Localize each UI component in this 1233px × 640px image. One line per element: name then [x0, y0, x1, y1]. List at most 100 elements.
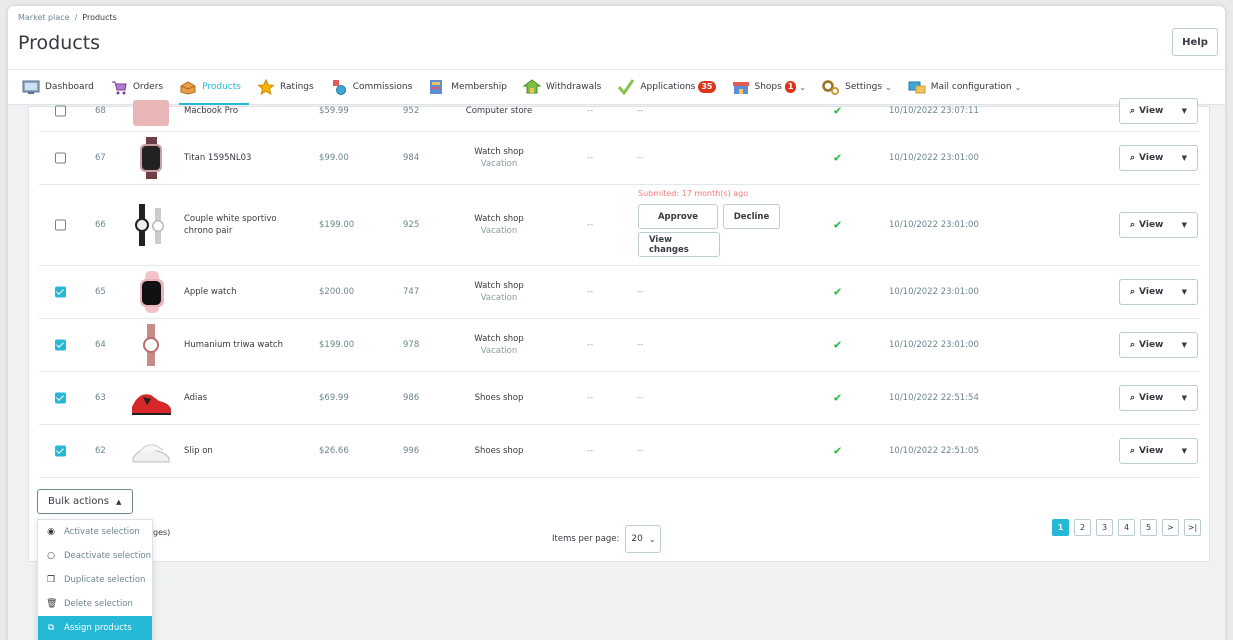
trash-icon: 🗑 — [46, 599, 58, 609]
menu-item-assign-products[interactable]: ⧉ Assign products — [38, 616, 152, 640]
page-button-1[interactable]: 1 — [1052, 519, 1069, 536]
view-button[interactable]: ⌕ View ▼ — [1119, 212, 1198, 238]
product-thumbnail[interactable] — [129, 137, 173, 179]
row-checkbox[interactable] — [55, 392, 66, 404]
view-button[interactable]: ⌕ View ▼ — [1119, 332, 1198, 358]
product-thumbnail[interactable] — [129, 90, 173, 132]
view-button[interactable]: ⌕ View ▼ — [1119, 438, 1198, 464]
next-page-button[interactable]: > — [1162, 519, 1179, 536]
product-id: 65 — [95, 287, 106, 297]
product-thumbnail[interactable] — [129, 324, 173, 366]
product-name[interactable]: Apple watch — [184, 286, 294, 298]
product-quantity: 978 — [403, 340, 420, 350]
product-date: 10/10/2022 23:01:00 — [889, 340, 979, 350]
column-value: -- — [637, 340, 644, 350]
product-name[interactable]: Humanium triwa watch — [184, 339, 294, 351]
radio-off-icon: ○ — [47, 551, 55, 561]
row-checkbox[interactable] — [55, 152, 66, 164]
search-icon: ⌕ — [1130, 106, 1136, 116]
approve-button[interactable]: Approve — [638, 204, 718, 229]
row-checkbox[interactable] — [55, 445, 66, 457]
search-icon: ⌕ — [1130, 446, 1136, 456]
active-check-icon[interactable]: ✔ — [833, 445, 842, 458]
active-check-icon[interactable]: ✔ — [833, 219, 842, 232]
shop-status: Vacation — [480, 293, 518, 303]
product-name[interactable]: Slip on — [184, 445, 294, 457]
caret-down-icon[interactable]: ▼ — [1182, 447, 1187, 455]
breadcrumb-parent[interactable]: Market place — [18, 13, 70, 22]
table-row: 65 Apple watch $200.00 747 Watch shop Vac… — [39, 266, 1199, 319]
pagination-summary: ges) — [153, 528, 171, 537]
view-label: View — [1139, 153, 1164, 163]
items-per-page: Items per page: 20 ⌄ — [552, 525, 662, 553]
view-button[interactable]: ⌕ View ▼ — [1119, 145, 1198, 171]
page-button-2[interactable]: 2 — [1074, 519, 1091, 536]
page-button-5[interactable]: 5 — [1140, 519, 1157, 536]
shop-name: Computer store — [449, 105, 549, 117]
active-check-icon[interactable]: ✔ — [833, 339, 842, 352]
product-date: 10/10/2022 22:51:54 — [889, 393, 979, 403]
view-label: View — [1139, 287, 1164, 297]
product-name[interactable]: Couple white sportivo chrono pair — [184, 213, 294, 237]
radio-on-icon: ◉ — [47, 527, 55, 537]
shop-name: Shoes shop — [449, 392, 549, 404]
product-id: 64 — [95, 340, 106, 350]
product-date: 10/10/2022 22:51:05 — [889, 446, 979, 456]
caret-down-icon[interactable]: ▼ — [1182, 221, 1187, 229]
view-changes-button[interactable]: View changes — [638, 232, 720, 257]
menu-item-duplicate-selection[interactable]: ❐ Duplicate selection — [38, 568, 152, 592]
product-name[interactable]: Adias — [184, 392, 294, 404]
table-row: 62 Slip on $26.66 996 Shoes shop -- -- ✔… — [39, 425, 1199, 478]
menu-item-delete-selection[interactable]: 🗑 Delete selection — [38, 592, 152, 616]
menu-item-activate-selection[interactable]: ◉ Activate selection — [38, 520, 152, 544]
menu-item-label: Activate selection — [64, 527, 140, 537]
page-button-4[interactable]: 4 — [1118, 519, 1135, 536]
active-check-icon[interactable]: ✔ — [833, 392, 842, 405]
view-label: View — [1139, 340, 1164, 350]
view-button[interactable]: ⌕ View ▼ — [1119, 385, 1198, 411]
product-quantity: 996 — [403, 446, 420, 456]
shop-name: Watch shop Vacation — [449, 213, 549, 237]
product-date: 10/10/2022 23:01:00 — [889, 153, 979, 163]
page-button-3[interactable]: 3 — [1096, 519, 1113, 536]
caret-down-icon[interactable]: ▼ — [1182, 341, 1187, 349]
product-thumbnail[interactable] — [129, 204, 173, 246]
help-button[interactable]: Help — [1172, 28, 1218, 56]
shop-title: Shoes shop — [474, 393, 524, 403]
row-checkbox[interactable] — [55, 339, 66, 351]
row-checkbox[interactable] — [55, 105, 66, 117]
items-per-page-value: 20 — [631, 534, 643, 544]
product-date: 10/10/2022 23:01:00 — [889, 220, 979, 230]
active-check-icon[interactable]: ✔ — [833, 152, 842, 165]
product-quantity: 952 — [403, 106, 420, 116]
product-name[interactable]: Macbook Pro — [184, 105, 294, 117]
active-check-icon[interactable]: ✔ — [833, 286, 842, 299]
column-value: -- — [587, 220, 594, 230]
row-checkbox[interactable] — [55, 286, 66, 298]
product-quantity: 925 — [403, 220, 420, 230]
caret-down-icon[interactable]: ▼ — [1182, 394, 1187, 402]
view-button[interactable]: ⌕ View ▼ — [1119, 98, 1198, 124]
search-icon: ⌕ — [1130, 153, 1136, 163]
bulk-actions-button[interactable]: Bulk actions ▲ — [37, 489, 133, 514]
last-page-button[interactable]: >| — [1184, 519, 1201, 536]
search-icon: ⌕ — [1130, 220, 1136, 230]
chevron-down-icon: ⌄ — [648, 534, 656, 544]
duplicate-icon: ❐ — [46, 575, 56, 585]
caret-down-icon[interactable]: ▼ — [1182, 288, 1187, 296]
active-check-icon[interactable]: ✔ — [833, 105, 842, 118]
shop-name: Watch shop Vacation — [449, 333, 549, 357]
decline-button[interactable]: Decline — [723, 204, 780, 229]
menu-item-deactivate-selection[interactable]: ○ Deactivate selection — [38, 544, 152, 568]
product-thumbnail[interactable] — [129, 377, 173, 419]
submitted-note: Submited: 17 month(s) ago — [638, 189, 749, 198]
product-thumbnail[interactable] — [129, 271, 173, 313]
product-thumbnail[interactable] — [129, 430, 173, 472]
caret-down-icon[interactable]: ▼ — [1182, 107, 1187, 115]
items-per-page-select[interactable]: 20 ⌄ — [625, 525, 662, 553]
product-name[interactable]: Titan 1595NL03 — [184, 152, 294, 164]
row-checkbox[interactable] — [55, 219, 66, 231]
view-button[interactable]: ⌕ View ▼ — [1119, 279, 1198, 305]
caret-down-icon[interactable]: ▼ — [1182, 154, 1187, 162]
product-price: $69.99 — [319, 393, 349, 403]
